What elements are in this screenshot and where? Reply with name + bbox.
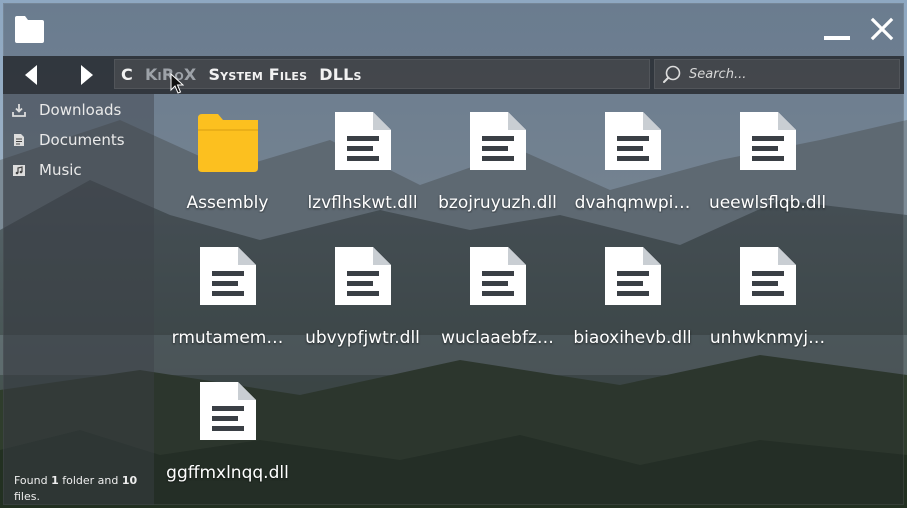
sidebar-item-music[interactable]: Music [3, 156, 154, 184]
breadcrumb-item[interactable]: C [121, 65, 133, 84]
status-suffix: files. [14, 490, 40, 503]
status-text: Found 1 folder and 10 files. [14, 473, 154, 505]
sidebar-item-label: Documents [39, 131, 125, 149]
item-name: dvahqmwpi… [574, 193, 691, 213]
sidebar-item-label: Downloads [39, 101, 122, 119]
sidebar-item-label: Music [39, 161, 82, 179]
music-icon [13, 165, 25, 176]
document-icon [200, 247, 256, 305]
status-middle: folder and [62, 474, 119, 487]
sidebar-item-documents[interactable]: Documents [3, 126, 154, 154]
sidebar-item-downloads[interactable]: Downloads [3, 96, 154, 124]
document-icon [740, 112, 796, 170]
folder-icon [198, 114, 258, 172]
document-icon [335, 112, 391, 170]
item-name: Assembly [186, 193, 269, 213]
file-item[interactable]: dvahqmwpi… [565, 100, 700, 230]
document-icon [605, 112, 661, 170]
file-item[interactable]: ggffmxlnqq.dll [160, 370, 295, 500]
document-icon [200, 382, 256, 440]
breadcrumb-item[interactable]: DLLs [319, 65, 361, 84]
document-icon [605, 247, 661, 305]
document-icon [470, 247, 526, 305]
item-name: ggffmxlnqq.dll [166, 463, 289, 483]
breadcrumb-item[interactable]: System Files [208, 65, 307, 84]
navigation-bar: C KiRoX System Files DLLs [3, 56, 904, 94]
file-item[interactable]: ubvypfjwtr.dll [295, 235, 430, 365]
document-icon [740, 247, 796, 305]
item-name: rmutamem… [171, 328, 284, 348]
document-icon [14, 134, 24, 146]
breadcrumb[interactable]: C KiRoX System Files DLLs [114, 59, 650, 89]
mouse-pointer-icon [170, 73, 184, 94]
item-name: unhwknmyj… [709, 328, 826, 348]
item-name: bzojruyuzh.dll [438, 193, 557, 213]
close-button[interactable] [868, 14, 896, 44]
document-icon [335, 247, 391, 305]
item-name: biaoxihevb.dll [573, 328, 692, 348]
file-item[interactable]: lzvflhskwt.dll [295, 100, 430, 230]
title-bar [0, 0, 907, 56]
minimize-button[interactable] [822, 26, 850, 40]
folder-icon [15, 16, 44, 43]
folder-count: 1 [51, 474, 59, 487]
file-item[interactable]: unhwknmyj… [700, 235, 835, 365]
search-box[interactable] [654, 59, 900, 89]
item-name: ubvypfjwtr.dll [305, 328, 420, 348]
download-icon [12, 104, 26, 117]
sidebar: Downloads Documents Music Found 1 folder… [3, 94, 154, 505]
document-icon [470, 112, 526, 170]
search-input[interactable] [687, 65, 891, 83]
file-item[interactable]: biaoxihevb.dll [565, 235, 700, 365]
file-count: 10 [121, 474, 138, 487]
back-button[interactable] [17, 62, 45, 88]
item-name: ueewlsflqb.dll [708, 193, 827, 213]
file-item[interactable]: rmutamem… [160, 235, 295, 365]
file-item[interactable]: wuclaaebfz… [430, 235, 565, 365]
folder-item[interactable]: Assembly [160, 100, 295, 230]
search-icon [663, 65, 681, 83]
item-name: wuclaaebfz… [441, 328, 554, 348]
forward-button[interactable] [73, 62, 101, 88]
item-name: lzvflhskwt.dll [307, 193, 418, 213]
status-prefix: Found [14, 474, 48, 487]
file-item[interactable]: bzojruyuzh.dll [430, 100, 565, 230]
file-item[interactable]: ueewlsflqb.dll [700, 100, 835, 230]
